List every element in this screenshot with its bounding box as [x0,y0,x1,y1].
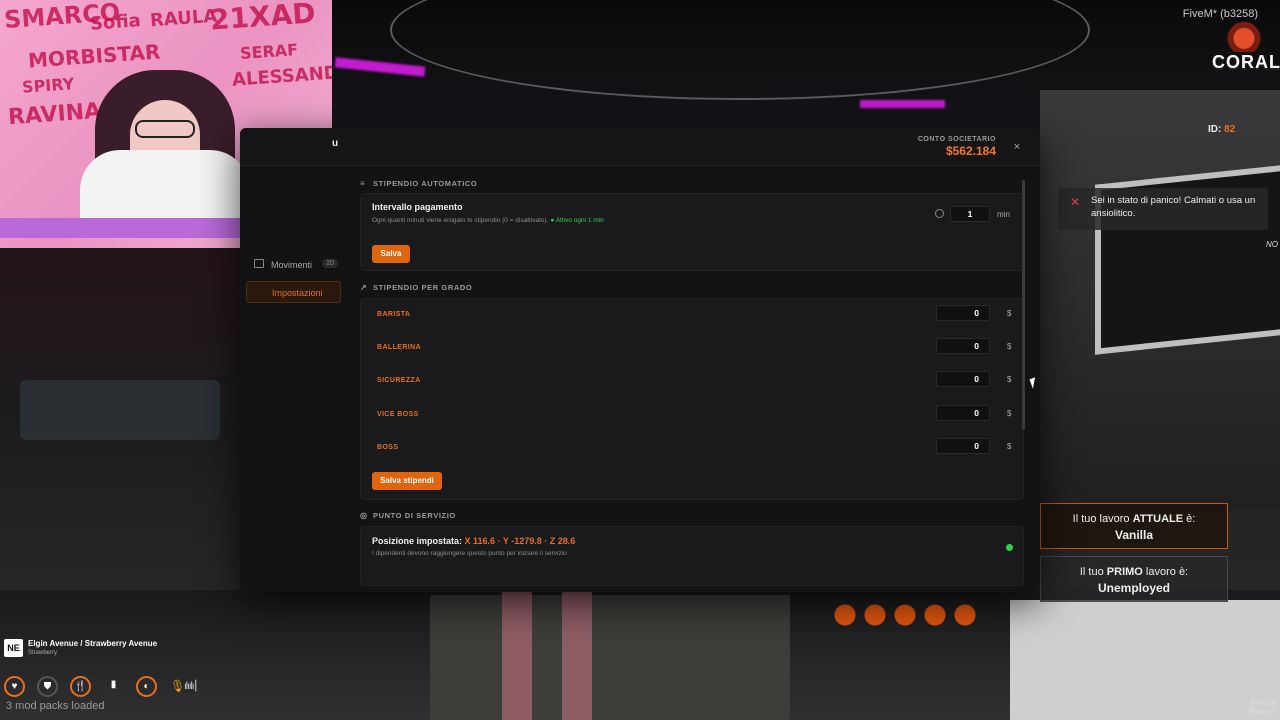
carpet [430,595,790,720]
current-job-box: Il tuo lavoro ATTUALE è: Vanilla [1040,503,1228,549]
player-id-value: 82 [1224,124,1236,135]
compass-direction: NE [4,639,23,657]
error-x-icon: ✕ [1070,195,1081,209]
sidebar-item-label: Impostazioni [272,288,323,298]
section-title-service-point: ◎ PUNTO DI SERVIZIO [360,511,456,520]
grade-salary-card: BARISTA 0 $ BALLERINA 0 $ SICUREZZA 0 $ … [360,298,1024,500]
service-point-coords: X 116.6 · Y -1279.8 · Z 28.6 [464,536,576,546]
character-legs [490,592,610,720]
armor-icon: ⛊ [37,676,58,697]
glasses [135,120,195,138]
currency-symbol: $ [1007,442,1012,451]
grade-salary-input[interactable]: 0 [936,405,990,421]
section-title-auto-salary: ≡ STIPENDIO AUTOMATICO [360,179,478,188]
wallet-icon [254,259,264,268]
wall-scribble: ALESSAND [231,62,332,91]
sofa [20,380,220,440]
health-icon: ♥ [4,676,25,697]
first-job-value: Unemployed [1097,581,1170,595]
oranges [830,600,980,630]
server-brand: CORAL [1212,52,1280,72]
thirst-icon: ▮ [110,679,117,690]
service-point-card: Posizione impostata: X 116.6 · Y -1279.8… [360,526,1024,586]
wall-scribble: RAVINA [7,98,102,131]
first-job-label: Il tuo PRIMO lavoro è: [1079,566,1189,578]
sidebar-item-movimenti[interactable]: Movimenti 20 [246,254,341,276]
street-name: Elgin Avenue / Strawberry Avenue [28,639,158,648]
wall-scribble: SPIRY [21,74,75,97]
side-tag: NO [1266,240,1278,249]
wall-scribble: Sofia [89,10,142,35]
settings-content: ≡ STIPENDIO AUTOMATICO Intervallo pagamen… [360,176,1024,592]
currency-symbol: $ [1007,375,1012,384]
interval-unit: min [997,210,1010,219]
clock-icon [935,209,944,218]
voice-level-icon: ılıılı ▏ [184,681,203,692]
panel-header: u CONTO SOCIETARIO $562.184 × [240,128,1040,166]
currency-symbol: $ [1007,409,1012,418]
player-id-label: ID: [1208,124,1222,135]
neon-light [860,100,945,108]
section-title-grade-salary: ↗ STIPENDIO PER GRADO [360,283,473,292]
grade-label-boss: BOSS [377,444,399,451]
streamer-shirt [80,150,250,220]
coral-crest-icon [1224,18,1264,52]
status-dot-icon [1006,544,1013,551]
microphone-icon: 🎙 [170,679,186,693]
mods-loaded-text: 3 mod packs loaded [6,700,105,712]
save-salaries-button[interactable]: Salva stipendi [372,472,442,490]
stress-icon: ◐ [136,676,157,697]
count-badge: 20 [322,259,338,268]
current-job-label: Il tuo lavoro ATTUALE è: [1072,513,1196,525]
company-panel: u CONTO SOCIETARIO $562.184 × Movimenti … [240,128,1040,592]
zone-name: Strawberry [28,650,58,656]
save-interval-button[interactable]: Salva [372,245,410,263]
grade-label-vice-boss: VICE BOSS [377,411,419,418]
grade-label-sicurezza: SICUREZZA [377,377,421,384]
service-point-title: Posizione impostata: X 116.6 · Y -1279.8… [372,536,576,546]
wall-scribble: MORBISTAR [27,39,162,73]
panel-title: u [332,138,339,149]
notification-text: Sei in stato di panico! Calmati o usa un… [1091,195,1256,219]
trend-icon: ↗ [360,283,368,292]
radio-indicator: [Radio] [Range] [1247,698,1276,716]
currency-symbol: $ [1007,342,1012,351]
interval-title: Intervallo pagamento [372,202,463,212]
grade-salary-input[interactable]: 0 [936,438,990,454]
sidebar-item-label: Movimenti [271,260,313,270]
grade-salary-input[interactable]: 0 [936,338,990,354]
server-logo: CORAL [1212,18,1280,76]
player-id: ID: 82 [1208,124,1235,135]
wall-scribble: RAULA [149,5,218,32]
currency-symbol: $ [1007,309,1012,318]
panic-notification: ✕ Sei in stato di panico! Calmati o usa … [1058,188,1268,230]
grade-label-ballerina: BALLERINA [377,344,422,351]
first-job-box: Il tuo PRIMO lavoro è: Unemployed [1040,556,1228,602]
counter [1010,600,1280,720]
panel-scrollbar[interactable] [1022,180,1025,430]
current-job-value: Vanilla [1114,528,1154,542]
close-button[interactable]: × [1008,138,1026,156]
wall-scribble: 21XAD [208,0,317,37]
location-pin-icon: ◎ [360,511,368,520]
grade-salary-input[interactable]: 0 [936,305,990,321]
status-hud: ♥ ⛊ 🍴 ▮ ◐ 🎙 ılıılı ▏ [4,676,224,698]
grade-label-barista: BARISTA [377,311,411,318]
service-point-description: I dipendenti devono raggiungere questo p… [372,550,567,557]
interval-description: Ogni quanti minuti viene erogato lo stip… [372,217,604,224]
wall-scribble: SERAF [239,39,299,64]
hunger-icon: 🍴 [70,676,91,697]
sidebar-item-impostazioni[interactable]: Impostazioni [246,281,341,303]
balance-value: $562.184 [945,144,996,158]
grade-salary-input[interactable]: 0 [936,371,990,387]
auto-salary-card: Intervallo pagamento Ogni quanti minuti … [360,193,1024,271]
panel-sidebar: Movimenti 20 Impostazioni [240,166,352,592]
sliders-icon: ≡ [360,179,366,188]
interval-input[interactable]: 1 [950,206,990,222]
balance-label: CONTO SOCIETARIO [917,136,996,143]
interval-status: ● Attivo ogni 1 min [550,217,604,224]
